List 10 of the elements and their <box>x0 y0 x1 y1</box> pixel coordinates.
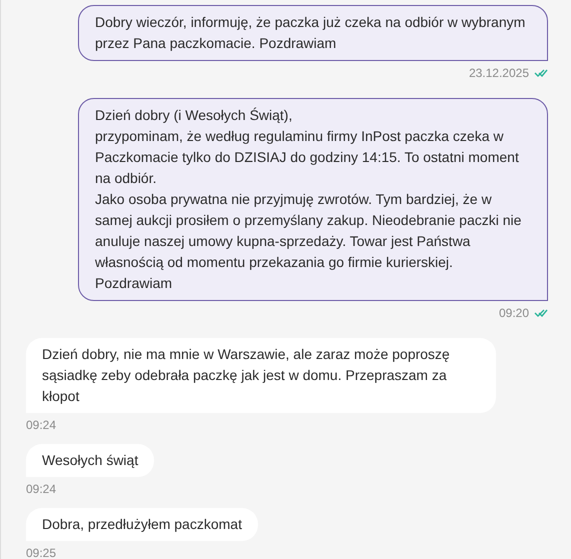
message-time: 23.12.2025 <box>468 66 529 80</box>
received-message: Dobra, przedłużyłem paczkomat <box>26 508 258 541</box>
sent-message: Dzień dobry (i Wesołych Świąt), przypominam, że według regulaminu firmy InPost paczka czeka w Paczkomacie tylko do DZISIAJ do godziny 14:15. To ostatni moment na odbiór. Jako osoba prywatna nie przyjmuję zwrotów. Tym bardziej, że w samej aukcji prosiłem o przemyślany zakup. Nieodebranie paczki nie anuluje naszej umowy kupna-sprzedaży. Towar jest Państwa własnością od momentu przekazania go firmie kurierskiej. Pozdrawiam <box>78 98 548 301</box>
message-time: 09:24 <box>26 482 56 496</box>
received-message: Wesołych świąt <box>26 444 154 477</box>
message-time: 09:25 <box>26 546 56 559</box>
received-message: Dzień dobry, nie ma mnie w Warszawie, ale zaraz może poproszę sąsiadkę zeby odebrała paczkę jak jest w domu. Przepraszam za kłopot <box>26 338 496 413</box>
sent-message: Dobry wieczór, informuję, że paczka już czeka na odbiór w wybranym przez Pana paczkomacie. Pozdrawiam <box>78 5 548 61</box>
message-time: 09:20 <box>498 306 529 320</box>
message-time: 09:24 <box>26 418 56 432</box>
